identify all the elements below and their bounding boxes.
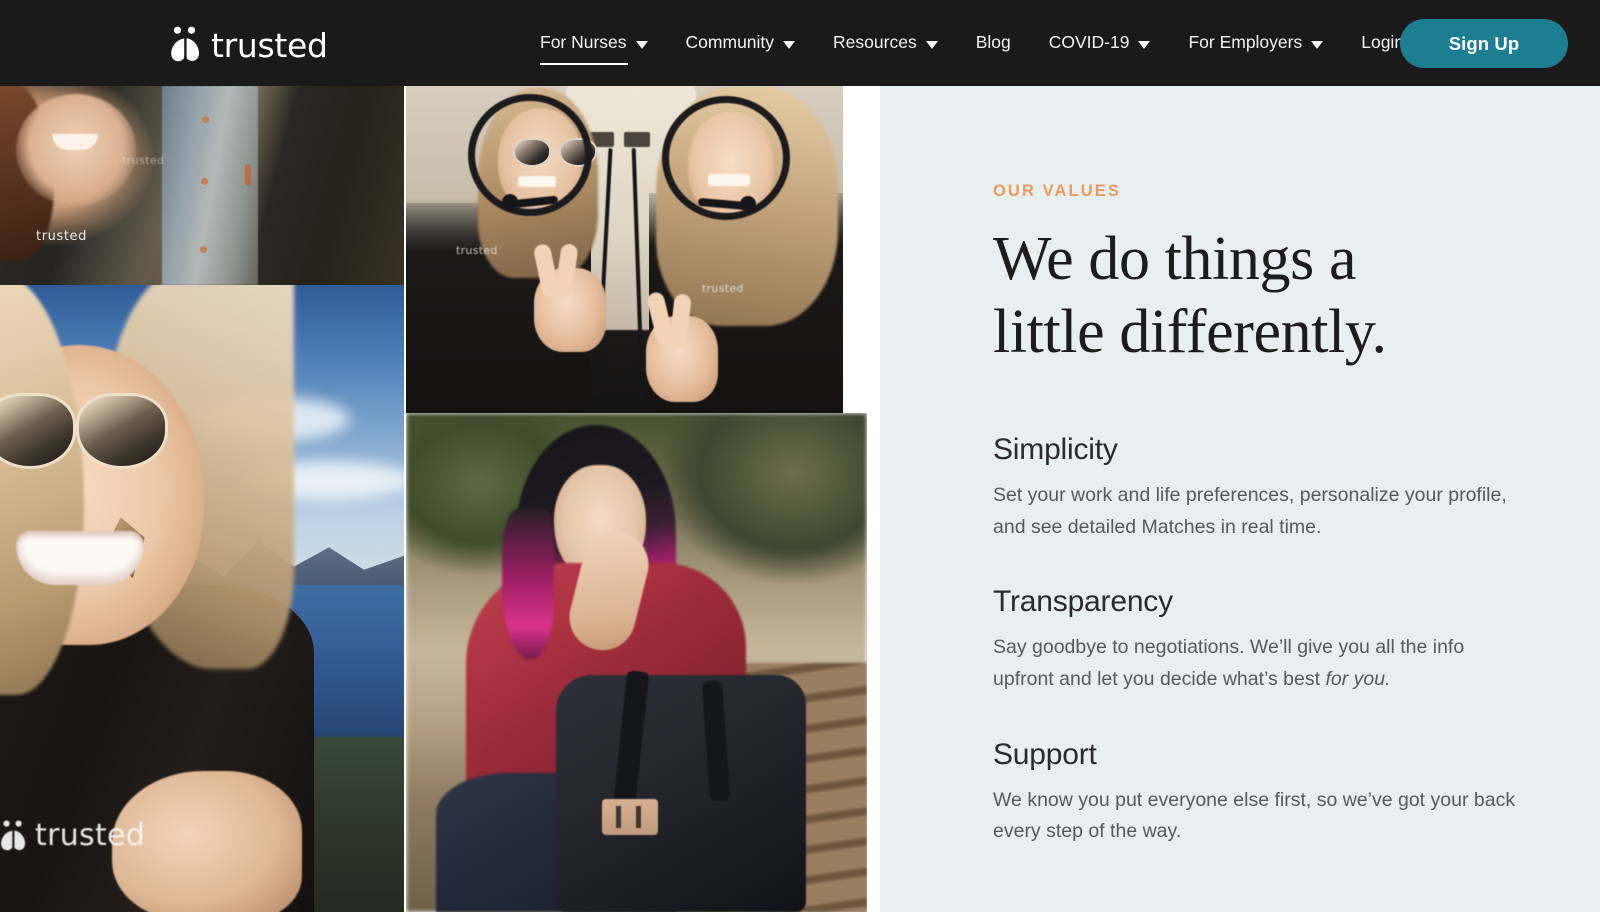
value-title-support: Support bbox=[993, 737, 1097, 771]
value-body-text: Say goodbye to negotiations. We’ll give … bbox=[993, 636, 1465, 691]
photo-nurse-sunglasses-lake: trusted bbox=[0, 285, 404, 912]
chevron-down-icon bbox=[1138, 41, 1151, 49]
photo-nurse-backpack-bench bbox=[406, 413, 867, 912]
trusted-heart-logo-icon bbox=[171, 26, 199, 62]
sign-up-button[interactable]: Sign Up bbox=[1400, 19, 1568, 68]
value-body-text: Set your work and life preferences, pers… bbox=[993, 484, 1507, 538]
value-item-transparency: Transparency Say goodbye to negotiations… bbox=[993, 585, 1553, 695]
value-body-simplicity: Set your work and life preferences, pers… bbox=[993, 480, 1523, 543]
nav-label-for-nurses: For Nurses bbox=[540, 32, 627, 53]
value-title-simplicity: Simplicity bbox=[993, 433, 1118, 467]
brand-logo[interactable]: trusted bbox=[170, 22, 328, 66]
active-nav-underline bbox=[540, 63, 628, 65]
photo-shirt-button bbox=[202, 116, 209, 123]
value-body-italic: for you. bbox=[1325, 668, 1391, 691]
nav-label-resources: Resources bbox=[833, 32, 917, 53]
chevron-down-icon bbox=[635, 41, 648, 49]
nav-label-covid-19: COVID-19 bbox=[1048, 32, 1130, 53]
nav-item-for-nurses[interactable]: For Nurses bbox=[540, 0, 670, 86]
photo-cabin-vent bbox=[624, 132, 650, 147]
photo-smile bbox=[16, 531, 144, 585]
photo-mic-cap bbox=[740, 196, 756, 212]
nav-label-community: Community bbox=[685, 32, 775, 53]
value-title-transparency: Transparency bbox=[993, 585, 1173, 619]
photo-jacket-logo-text: trusted bbox=[702, 282, 744, 295]
photo-face bbox=[16, 94, 136, 206]
nav-item-resources[interactable]: Resources bbox=[833, 0, 960, 86]
photo-jacket-logo-text: trusted bbox=[36, 229, 88, 244]
photo-jacket-logo: trusted bbox=[0, 818, 145, 853]
nav-item-blog[interactable]: Blog bbox=[976, 0, 1011, 86]
nav-item-for-employers[interactable]: For Employers bbox=[1188, 0, 1345, 86]
value-body-text: We know you put everyone else first, so … bbox=[993, 788, 1516, 843]
photo-backpack-buckle bbox=[602, 799, 658, 835]
photo-shirt-button bbox=[201, 178, 208, 185]
trusted-heart-logo-icon bbox=[1, 820, 26, 851]
photo-jacket-logo-text: trusted bbox=[35, 818, 146, 853]
values-panel: OUR VALUES We do things a little differe… bbox=[880, 86, 1600, 912]
nav-item-covid-19[interactable]: COVID-19 bbox=[1049, 0, 1173, 86]
photo-zipper-pull bbox=[245, 164, 251, 186]
photo-plaid-shirt bbox=[162, 86, 258, 285]
chevron-down-icon bbox=[783, 41, 796, 49]
nav-label-blog: Blog bbox=[975, 32, 1011, 53]
photo-mic-cap bbox=[502, 194, 518, 210]
headline-line-1: We do things a bbox=[993, 225, 1357, 293]
top-navigation-bar: trusted For Nurses Community Resources B… bbox=[0, 0, 1600, 86]
section-eyebrow: OUR VALUES bbox=[993, 182, 1121, 200]
value-item-support: Support We know you put everyone else fi… bbox=[993, 738, 1553, 848]
page-title: We do things a little differently. bbox=[993, 223, 1553, 369]
photo-hair-strand-pink bbox=[502, 509, 554, 659]
nav-item-login[interactable]: Login bbox=[1361, 0, 1404, 86]
value-body-support: We know you put everyone else first, so … bbox=[993, 785, 1523, 848]
value-body-transparency: Say goodbye to negotiations. We’ll give … bbox=[993, 632, 1523, 695]
photo-collage: trusted trusted trusted trusted trusted bbox=[0, 86, 880, 912]
nav-item-community[interactable]: Community bbox=[686, 0, 818, 86]
chevron-down-icon bbox=[925, 41, 938, 49]
photo-two-nurses-fleece-jackets: trusted trusted bbox=[0, 86, 404, 285]
photo-jacket-logo-text-secondary: trusted bbox=[122, 154, 165, 167]
chevron-down-icon bbox=[1311, 41, 1324, 49]
value-item-simplicity: Simplicity Set your work and life prefer… bbox=[993, 433, 1553, 543]
headline-line-2: little differently. bbox=[993, 298, 1387, 367]
photo-shirt-button bbox=[200, 246, 207, 253]
primary-nav-links: For Nurses Community Resources Blog COVI… bbox=[540, 0, 1404, 86]
photo-jacket-logo-text: trusted bbox=[456, 244, 498, 257]
photo-aviator-sunglasses bbox=[0, 393, 170, 475]
nav-label-login: Login bbox=[1361, 32, 1405, 53]
brand-name: trusted bbox=[211, 25, 328, 65]
photo-backpack bbox=[556, 675, 806, 912]
photo-two-nurses-helicopter-headsets: trusted trusted bbox=[406, 86, 843, 413]
nav-label-for-employers: For Employers bbox=[1188, 32, 1303, 53]
